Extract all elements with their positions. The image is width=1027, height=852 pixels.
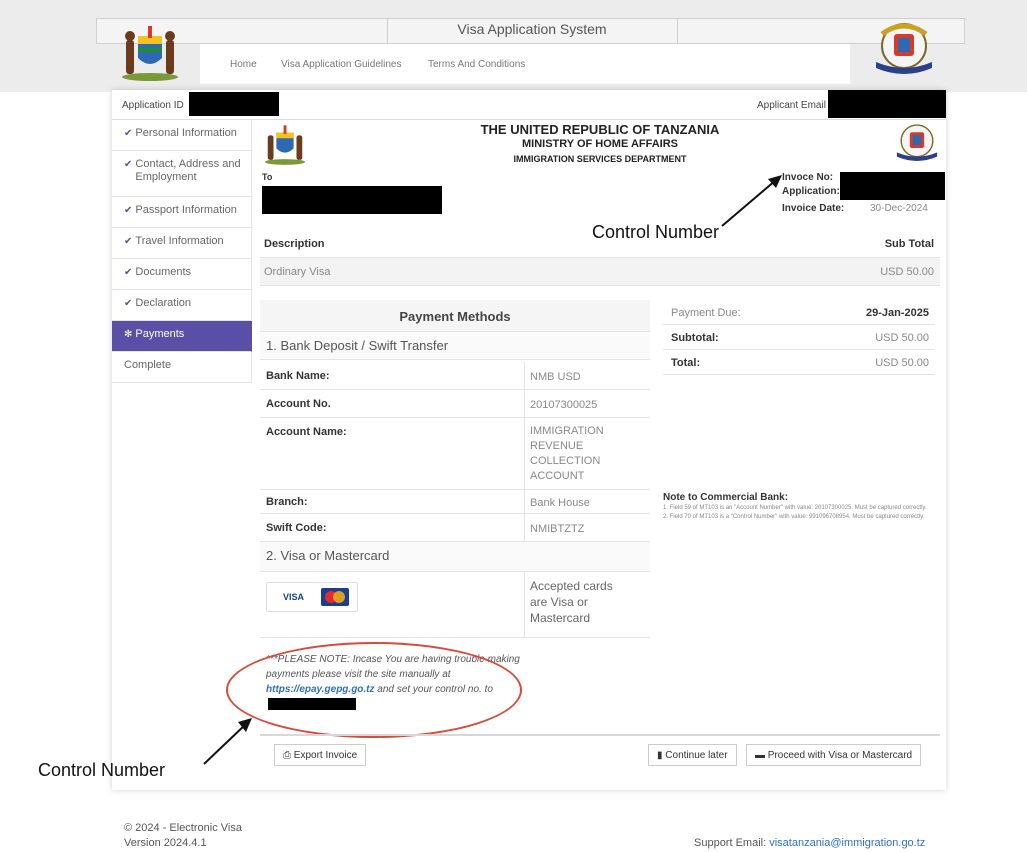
redacted-email — [828, 90, 946, 118]
card-logos: VISA — [266, 582, 358, 612]
total-row: Total: USD 50.00 — [663, 350, 935, 375]
line-item-description: Ordinary Visa — [264, 266, 331, 278]
redacted-recipient — [262, 186, 442, 214]
visa-icon: VISA — [283, 592, 305, 602]
redacted-application-id — [189, 92, 279, 116]
invoice-no-label: Invoce No: — [782, 172, 834, 183]
country-title: THE UNITED REPUBLIC OF TANZANIA — [480, 122, 720, 137]
sidebar-item-travel[interactable]: ✔ Travel Information — [112, 228, 252, 259]
proceed-card-button[interactable]: ▬ Proceed with Visa or Mastercard — [746, 744, 922, 766]
invoice-coat-of-arms — [262, 122, 308, 169]
coat-of-arms-logo — [118, 22, 182, 82]
payment-methods-panel: Payment Methods 1. Bank Deposit / Swift … — [226, 300, 650, 760]
immigration-badge-logo — [872, 18, 936, 80]
application-id-label: Application ID — [122, 100, 184, 111]
to-label: To — [262, 172, 273, 182]
payment-methods-title: Payment Methods — [260, 300, 650, 332]
check-icon: ✔ — [124, 128, 133, 139]
swift-code-row: Swift Code: NMIBTZTZ — [260, 514, 650, 542]
invoice-date-label: Invoice Date: — [782, 203, 845, 214]
subtotal-row: Subtotal: USD 50.00 — [663, 325, 935, 350]
action-bar: ⎙ Export Invoice ▮ Continue later ▬ Proc… — [260, 734, 940, 774]
annotation-arrow-bottom — [203, 718, 252, 765]
invoice-date-value: 30-Dec-2024 — [870, 203, 928, 214]
sidebar-item-personal[interactable]: ✔ Personal Information — [112, 120, 252, 151]
copyright-text: © 2024 - Electronic Visa — [124, 822, 242, 834]
support-email-link[interactable]: visatanzania@immigration.go.tz — [769, 837, 925, 849]
applicant-email-label: Applicant Email — [757, 100, 826, 111]
description-header: Description — [264, 238, 325, 250]
department-title: IMMIGRATION SERVICES DEPARTMENT — [513, 154, 687, 164]
line-item-amount: USD 50.00 — [880, 266, 934, 278]
nav-terms[interactable]: Terms And Conditions — [428, 59, 525, 70]
line-item-row: Ordinary Visa USD 50.00 — [260, 258, 940, 286]
bank-note-item: 2. Field 70 of MT103 is a "Control Numbe… — [663, 514, 925, 520]
card-section-title: 2. Visa or Mastercard — [260, 542, 650, 572]
nav-visa-guidelines[interactable]: Visa Application Guidelines — [281, 59, 401, 70]
sidebar-item-complete[interactable]: Complete — [112, 352, 252, 383]
invoice-immigration-badge — [894, 120, 940, 169]
title-bar: Visa Application System — [96, 18, 965, 44]
bank-note-item: 1. Field 59 of MT103 is an "Account Numb… — [663, 505, 927, 511]
credit-card-icon: ▬ — [755, 750, 768, 761]
check-icon: ✔ — [124, 267, 133, 278]
bank-section-title: 1. Bank Deposit / Swift Transfer — [260, 332, 650, 360]
control-number-annotation-top: Control Number — [592, 222, 720, 242]
redacted-invoice-no — [840, 172, 945, 200]
steps-sidebar: ✔ Personal Information ✔ Contact, Address … — [112, 120, 252, 383]
mastercard-icon — [321, 588, 349, 606]
nav-home[interactable]: Home — [230, 59, 257, 70]
export-invoice-button[interactable]: ⎙ Export Invoice — [274, 744, 367, 766]
continue-later-button[interactable]: ▮ Continue later — [648, 744, 737, 766]
nav-bar: Home Visa Application Guidelines Terms A… — [200, 44, 850, 84]
app-title: Visa Application System — [457, 21, 607, 37]
sidebar-item-documents[interactable]: ✔ Documents — [112, 259, 252, 290]
check-icon: ✔ — [124, 205, 133, 216]
sidebar-item-payments[interactable]: ✻ Payments — [112, 321, 252, 352]
sidebar-item-declaration[interactable]: ✔ Declaration — [112, 290, 252, 321]
accepted-cards-text: Accepted cards are Visa or Mastercard — [530, 579, 613, 625]
account-name-row: Account Name: IMMIGRATION REVENUE COLLEC… — [260, 418, 650, 490]
sidebar-item-contact[interactable]: ✔ Contact, Address and Employment — [112, 151, 252, 197]
application-label: Application: — [782, 186, 840, 197]
control-number-annotation-bottom: Control Number — [38, 760, 166, 780]
annotation-ellipse — [226, 642, 522, 738]
check-icon: ✔ — [124, 298, 133, 309]
spinner-icon: ✻ — [124, 329, 133, 340]
id-bar: Application ID Applicant Email — [112, 90, 946, 120]
payment-due-row: Payment Due: 29-Jan-2025 — [663, 300, 935, 325]
bank-name-row: Bank Name: NMB USD — [260, 362, 650, 390]
support-email: Support Email: visatanzania@immigration.… — [694, 837, 926, 849]
subtotal-header: Sub Total — [884, 238, 934, 250]
printer-icon: ⎙ — [283, 750, 294, 761]
branch-row: Branch: Bank House — [260, 490, 650, 514]
account-no-row: Account No. 20107300025 — [260, 390, 650, 418]
sidebar-item-passport[interactable]: ✔ Passport Information — [112, 197, 252, 228]
main-card: Application ID Applicant Email ✔ Personal… — [112, 90, 946, 790]
bank-note: Note to Commercial Bank: 1. Field 59 of … — [663, 493, 935, 522]
version-text: Version 2024.4.1 — [124, 837, 207, 849]
check-icon: ✔ — [124, 159, 133, 170]
annotation-arrow-top — [721, 175, 782, 227]
ministry-title: MINISTRY OF HOME AFFAIRS — [521, 138, 679, 150]
bank-note-title: Note to Commercial Bank: — [663, 492, 789, 503]
check-icon: ✔ — [124, 236, 133, 247]
